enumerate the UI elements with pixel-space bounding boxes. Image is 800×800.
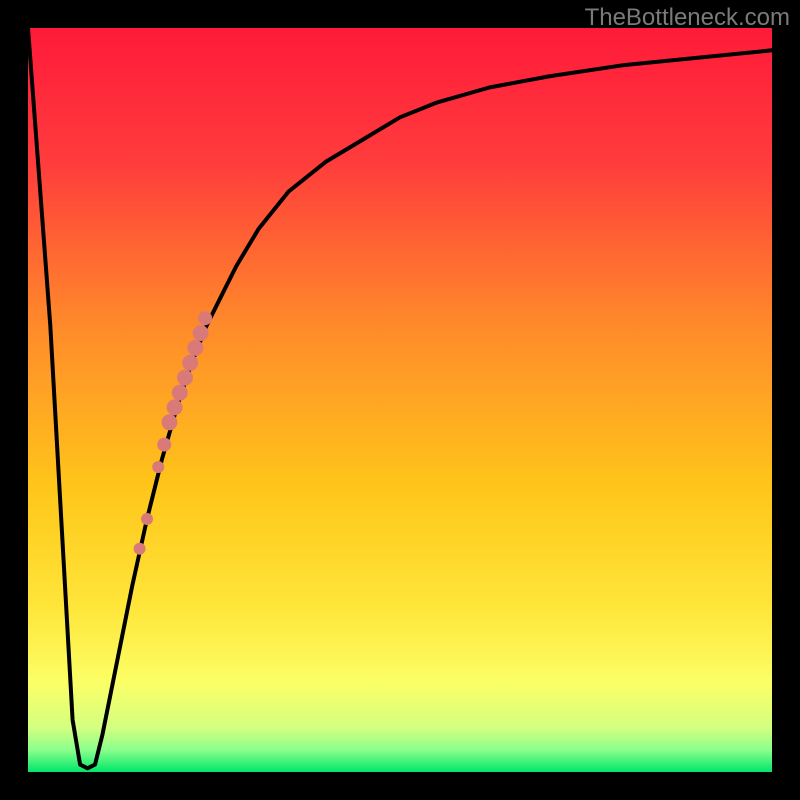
data-marker — [177, 370, 193, 386]
data-marker — [134, 543, 146, 555]
plot-svg — [28, 28, 772, 772]
gradient-background — [28, 28, 772, 772]
data-marker — [187, 340, 203, 356]
data-marker — [141, 513, 153, 525]
chart-frame: TheBottleneck.com — [0, 0, 800, 800]
data-marker — [167, 399, 183, 415]
data-marker — [157, 438, 171, 452]
data-marker — [152, 461, 164, 473]
plot-area — [28, 28, 772, 772]
data-marker — [198, 311, 212, 325]
data-marker — [161, 414, 177, 430]
data-marker — [193, 325, 209, 341]
data-marker — [182, 355, 198, 371]
data-marker — [172, 385, 188, 401]
